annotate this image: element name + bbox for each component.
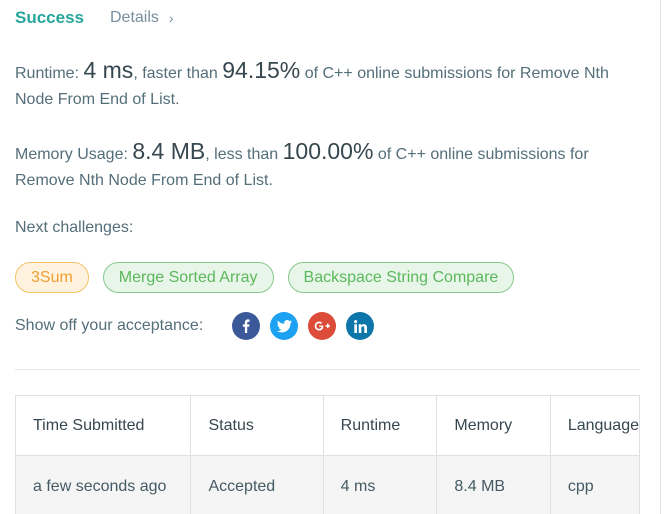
column-header-runtime: Runtime	[322, 395, 438, 456]
cell-runtime: 4 ms	[322, 455, 438, 514]
column-header-memory: Memory	[436, 395, 551, 456]
runtime-summary: Runtime: 4 ms, faster than 94.15% of C++…	[15, 57, 645, 113]
chevron-right-icon[interactable]: ›	[169, 10, 174, 26]
cell-status-accepted-link[interactable]: Accepted	[190, 455, 324, 514]
next-challenges-label: Next challenges:	[15, 219, 134, 236]
memory-less-text: , less than	[205, 146, 283, 163]
runtime-faster-text: , faster than	[133, 65, 223, 82]
column-header-status: Status	[190, 395, 324, 456]
submission-result-page: Success Details › Runtime: 4 ms, faster …	[0, 0, 665, 514]
cell-time-submitted: a few seconds ago	[14, 455, 192, 514]
column-header-language: Language	[549, 395, 641, 456]
table-row: a few seconds ago Accepted 4 ms 8.4 MB c…	[14, 455, 641, 514]
google-plus-icon[interactable]	[308, 312, 337, 340]
challenge-chip-3sum[interactable]: 3Sum	[15, 262, 89, 293]
twitter-icon[interactable]	[270, 312, 299, 340]
share-row: Show off your acceptance:	[15, 311, 384, 341]
details-link[interactable]: Details ›	[110, 9, 174, 27]
next-challenges-list: 3Sum Merge Sorted Array Backspace String…	[15, 262, 515, 293]
challenge-chip-backspace-string-compare[interactable]: Backspace String Compare	[287, 262, 515, 293]
divider	[15, 369, 640, 370]
challenge-chip-merge-sorted-array[interactable]: Merge Sorted Array	[102, 262, 274, 293]
memory-percent: 100.00%	[282, 138, 374, 164]
facebook-icon[interactable]	[232, 312, 261, 340]
share-label: Show off your acceptance:	[15, 317, 204, 334]
runtime-percent: 94.15%	[222, 57, 301, 83]
memory-summary: Memory Usage: 8.4 MB, less than 100.00% …	[15, 138, 645, 194]
memory-value: 8.4 MB	[132, 138, 206, 164]
memory-label: Memory Usage:	[15, 146, 133, 163]
cell-language: cpp	[549, 455, 641, 514]
panel-border	[660, 0, 661, 514]
status-success: Success	[15, 8, 84, 27]
cell-memory: 8.4 MB	[436, 455, 551, 514]
linkedin-icon[interactable]	[346, 312, 375, 340]
runtime-label: Runtime:	[15, 65, 84, 82]
runtime-value: 4 ms	[83, 57, 134, 83]
column-header-time-submitted: Time Submitted	[14, 395, 192, 456]
result-header: Success Details ›	[15, 6, 174, 30]
table-header-row: Time Submitted Status Runtime Memory Lan…	[14, 395, 641, 456]
submissions-table: Time Submitted Status Runtime Memory Lan…	[14, 395, 641, 514]
details-label[interactable]: Details	[110, 9, 159, 27]
